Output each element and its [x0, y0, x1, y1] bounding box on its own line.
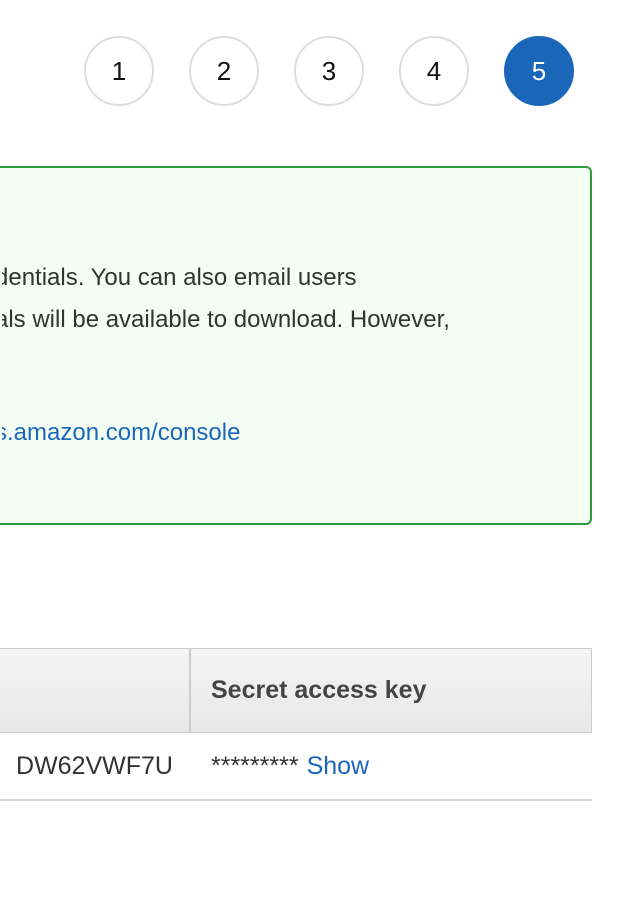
wizard-step-1[interactable]: 1: [84, 36, 154, 106]
wizard-step-3[interactable]: 3: [294, 36, 364, 106]
secret-access-key-cell: ********* Show: [191, 733, 592, 799]
console-sign-in-link[interactable]: s.amazon.com/console: [2, 418, 240, 448]
show-secret-link[interactable]: Show: [307, 752, 370, 781]
wizard-step-2[interactable]: 2: [189, 36, 259, 106]
header-access-key-id: [0, 649, 191, 732]
wizard-step-4[interactable]: 4: [399, 36, 469, 106]
page: 1 2 3 4 5 dentials. You can also email u…: [0, 0, 628, 912]
credentials-table: Secret access key DW62VWF7U ********* Sh…: [0, 648, 592, 801]
alert-text-line-2: als will be available to download. Howev…: [2, 306, 450, 333]
alert-text-line-1: dentials. You can also email users: [2, 264, 357, 291]
access-key-id-cell: DW62VWF7U: [16, 751, 173, 780]
wizard-step-5[interactable]: 5: [504, 36, 574, 106]
header-secret-access-key: Secret access key: [211, 676, 427, 704]
wizard-steps: 1 2 3 4 5: [84, 36, 574, 106]
secret-masked-value: *********: [211, 751, 299, 780]
alert-content: dentials. You can also email users als w…: [2, 168, 592, 523]
table-header: Secret access key: [0, 648, 592, 733]
table-row: DW62VWF7U ********* Show: [0, 733, 592, 801]
success-alert: dentials. You can also email users als w…: [0, 166, 592, 525]
